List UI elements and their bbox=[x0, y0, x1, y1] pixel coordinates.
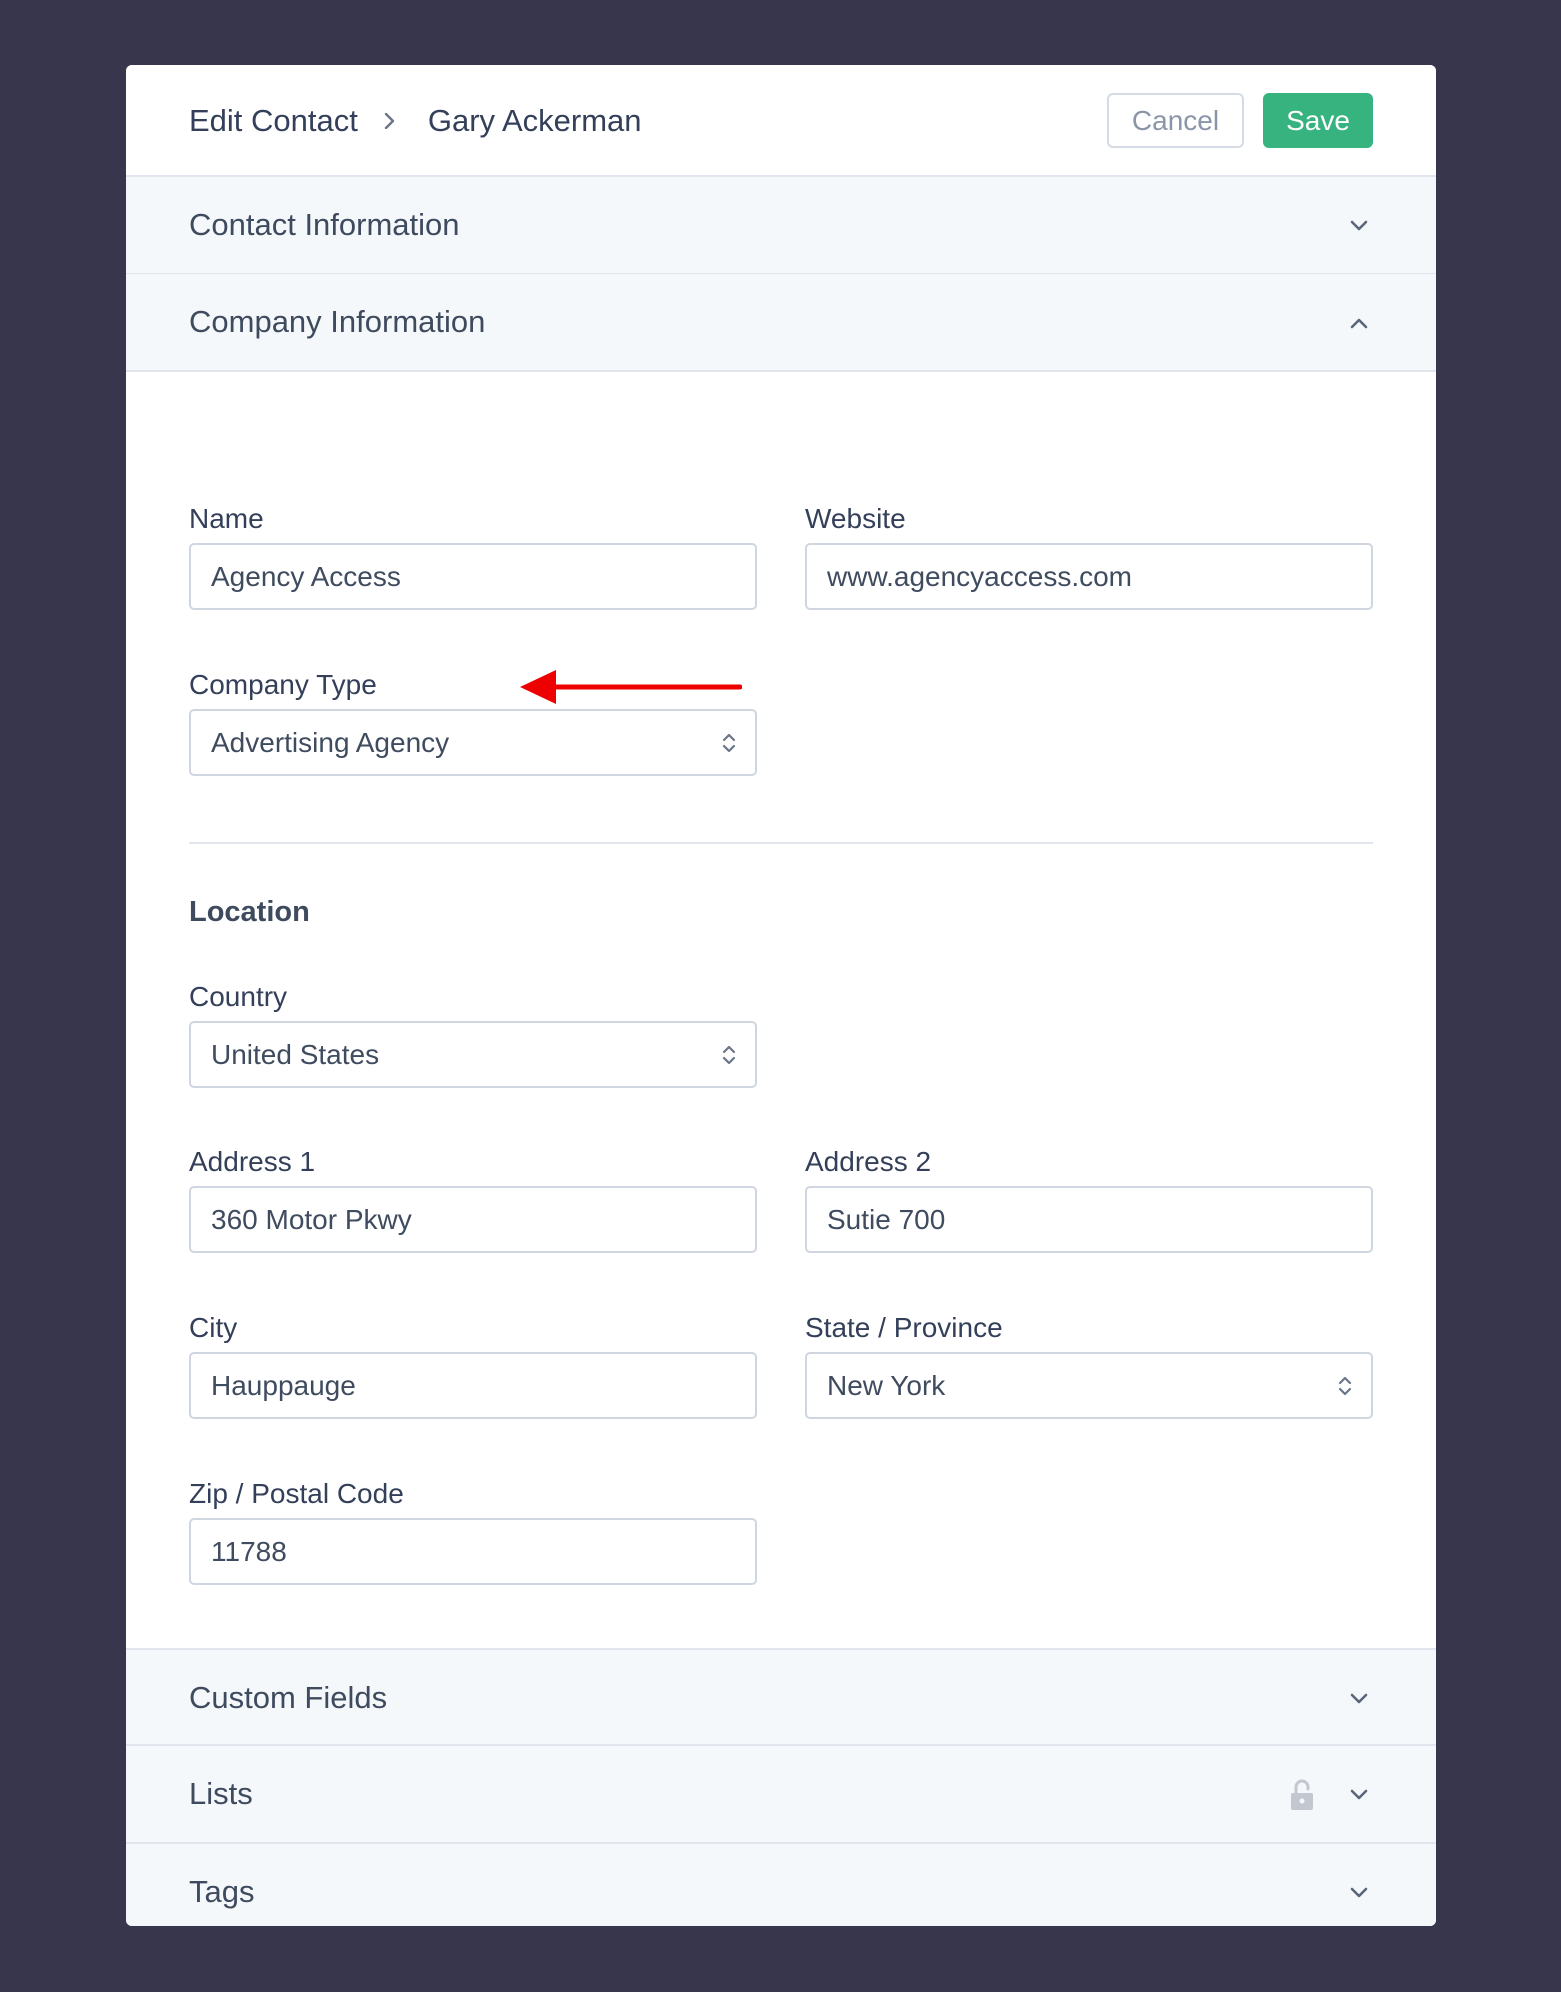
section-title: Custom Fields bbox=[189, 1680, 388, 1715]
section-contact-information[interactable]: Contact Information bbox=[126, 177, 1436, 275]
address1-input[interactable] bbox=[189, 1186, 757, 1253]
chevron-down-icon bbox=[1350, 1693, 1368, 1704]
chevron-down-icon bbox=[1350, 220, 1368, 231]
address2-input[interactable] bbox=[805, 1186, 1373, 1253]
section-title: Contact Information bbox=[189, 207, 460, 242]
breadcrumb: Edit Contact Gary Ackerman bbox=[189, 101, 642, 141]
breadcrumb-contact-name: Gary Ackerman bbox=[427, 103, 642, 138]
state-label: State / Province bbox=[805, 1312, 1003, 1343]
state-value: New York bbox=[827, 1370, 946, 1401]
city-input[interactable] bbox=[189, 1352, 757, 1419]
chevron-down-icon bbox=[1350, 1789, 1368, 1800]
card-header: Edit Contact Gary Ackerman Cancel Save bbox=[126, 65, 1436, 177]
section-company-information[interactable]: Company Information bbox=[126, 274, 1436, 372]
cancel-button[interactable]: Cancel bbox=[1107, 93, 1244, 148]
section-lists[interactable]: Lists bbox=[126, 1746, 1436, 1844]
company-information-body: Name Website Company Type Advertising Ag… bbox=[126, 372, 1436, 1715]
save-button[interactable]: Save bbox=[1263, 93, 1373, 148]
section-title: Lists bbox=[189, 1776, 253, 1811]
company-type-value: Advertising Agency bbox=[211, 727, 450, 758]
address1-label: Address 1 bbox=[189, 1146, 316, 1177]
section-divider bbox=[189, 842, 1373, 844]
section-custom-fields[interactable]: Custom Fields bbox=[126, 1648, 1436, 1746]
edit-contact-card: Edit Contact Gary Ackerman Cancel Save C… bbox=[126, 65, 1436, 1926]
section-title: Tags bbox=[189, 1874, 255, 1909]
company-type-select[interactable]: Advertising Agency bbox=[189, 709, 757, 776]
country-select[interactable]: United States bbox=[189, 1021, 757, 1088]
website-label: Website bbox=[805, 503, 906, 534]
breadcrumb-edit-contact[interactable]: Edit Contact bbox=[189, 103, 358, 139]
location-heading: Location bbox=[189, 896, 310, 928]
city-label: City bbox=[189, 1312, 238, 1343]
updown-icon bbox=[722, 733, 736, 753]
company-name-input[interactable] bbox=[189, 543, 757, 610]
chevron-right-icon bbox=[382, 113, 398, 129]
state-select[interactable]: New York bbox=[805, 1352, 1373, 1419]
zip-input[interactable] bbox=[189, 1518, 757, 1585]
name-label: Name bbox=[189, 503, 264, 534]
company-type-label: Company Type bbox=[189, 669, 377, 700]
address2-label: Address 2 bbox=[805, 1146, 932, 1177]
zip-label: Zip / Postal Code bbox=[189, 1478, 404, 1509]
section-title: Company Information bbox=[189, 304, 486, 339]
country-value: United States bbox=[211, 1039, 380, 1070]
section-tags[interactable]: Tags bbox=[126, 1844, 1436, 1926]
country-label: Country bbox=[189, 981, 288, 1012]
updown-icon bbox=[722, 1045, 736, 1065]
red-arrow-icon bbox=[520, 670, 742, 704]
website-input[interactable] bbox=[805, 543, 1373, 610]
updown-icon bbox=[1338, 1376, 1352, 1396]
chevron-up-icon bbox=[1350, 318, 1368, 329]
lock-icon bbox=[1291, 1779, 1313, 1810]
chevron-down-icon bbox=[1350, 1887, 1368, 1898]
